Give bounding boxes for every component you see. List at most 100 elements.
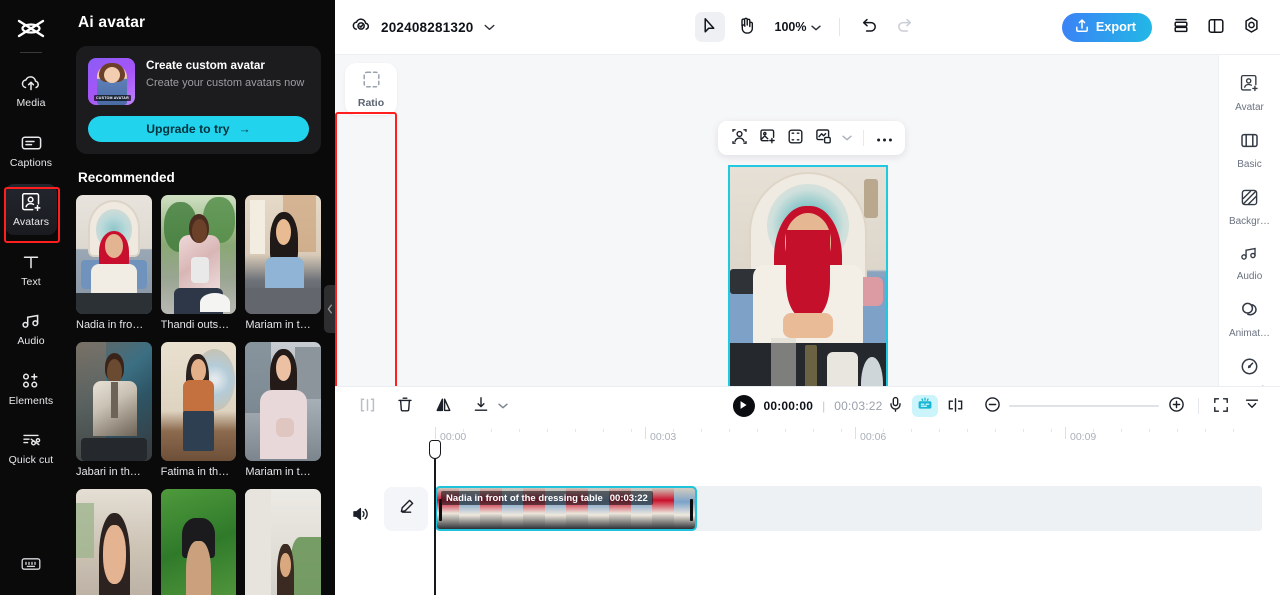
zoom-out-button[interactable] bbox=[978, 392, 1006, 420]
chevron-down-icon[interactable] bbox=[495, 403, 511, 409]
image-add-button[interactable] bbox=[754, 125, 780, 151]
avatar-card-label: Jabari in th… bbox=[76, 466, 141, 478]
playback-controls: 00:00:00 | 00:03:22 bbox=[732, 395, 882, 417]
speedometer-icon bbox=[1240, 357, 1259, 381]
ruler-label: 00:06 bbox=[860, 431, 887, 443]
fit-timeline-button[interactable] bbox=[1207, 392, 1235, 420]
tool-avatar[interactable]: Avatar bbox=[1223, 67, 1277, 118]
avatar-card[interactable]: Nadia in fro… bbox=[76, 195, 152, 331]
toolbar-divider bbox=[839, 18, 841, 36]
zoom-in-button[interactable] bbox=[1162, 392, 1190, 420]
split-clip-button[interactable] bbox=[353, 392, 381, 420]
microphone-button[interactable] bbox=[881, 392, 909, 420]
tool-label: Backgr… bbox=[1228, 216, 1271, 227]
select-arrow-button[interactable] bbox=[694, 12, 725, 42]
replace-media-button[interactable] bbox=[810, 125, 836, 151]
ruler-label: 00:09 bbox=[1070, 431, 1097, 443]
tool-speed[interactable]: Speed bbox=[1223, 350, 1277, 386]
clip-duration: 00:03:22 bbox=[609, 492, 648, 504]
sidebar-item-audio[interactable]: Audio bbox=[5, 303, 57, 354]
video-preview-frame[interactable] bbox=[728, 165, 888, 386]
sidebar-item-quick-cut[interactable]: Quick cut bbox=[5, 422, 57, 473]
avatar-card[interactable] bbox=[76, 489, 152, 595]
chevron-left-icon bbox=[327, 304, 332, 314]
redo-icon bbox=[896, 18, 914, 37]
animation-circles-icon bbox=[1240, 300, 1259, 324]
tool-animation[interactable]: Animat… bbox=[1223, 293, 1277, 344]
settings-gear-button[interactable] bbox=[1236, 12, 1266, 42]
mirror-button[interactable] bbox=[429, 392, 457, 420]
sidebar-item-captions[interactable]: Captions bbox=[5, 125, 57, 176]
canvas-tools: 100% bbox=[694, 12, 921, 42]
toolbar-divider bbox=[1198, 398, 1199, 414]
rail-divider bbox=[20, 52, 42, 53]
avatar-card-label: Fatima in th… bbox=[160, 466, 230, 478]
redo-button[interactable] bbox=[890, 12, 920, 42]
right-tool-rail: Avatar Basic Backgr… Audio Animat… bbox=[1218, 55, 1280, 386]
elements-add-icon bbox=[20, 370, 42, 392]
avatar-card[interactable]: Fatima in th… bbox=[160, 342, 237, 478]
sidebar-item-media[interactable]: Media bbox=[5, 65, 57, 116]
play-button[interactable] bbox=[732, 395, 755, 417]
top-right-actions: Export bbox=[1061, 12, 1266, 42]
collapse-timeline-button[interactable] bbox=[1238, 392, 1266, 420]
recommended-heading: Recommended bbox=[78, 170, 175, 185]
tool-label: Audio bbox=[1236, 271, 1263, 282]
export-button[interactable]: Export bbox=[1061, 12, 1152, 42]
split-marker-button[interactable] bbox=[941, 392, 969, 420]
auto-captions-button[interactable] bbox=[912, 395, 938, 417]
mirror-flip-icon bbox=[435, 397, 452, 416]
ruler-label: 00:03 bbox=[650, 431, 677, 443]
chevron-down-icon[interactable] bbox=[838, 135, 856, 141]
sidebar-item-avatars[interactable]: Avatars bbox=[5, 184, 57, 235]
panel-collapse-handle[interactable] bbox=[324, 285, 335, 333]
clip-trim-right[interactable] bbox=[690, 499, 693, 521]
project-selector[interactable]: 202408281320 bbox=[351, 16, 495, 38]
avatar-card-label: Mariam in t… bbox=[245, 466, 311, 478]
tool-basic[interactable]: Basic bbox=[1223, 124, 1277, 175]
avatar-card-label: Mariam in t… bbox=[245, 319, 311, 331]
sidebar-item-label: Captions bbox=[9, 156, 53, 169]
hand-pan-button[interactable] bbox=[731, 12, 761, 42]
avatar-card[interactable]: Jabari in th… bbox=[76, 342, 152, 478]
upgrade-to-try-button[interactable]: Upgrade to try → bbox=[88, 116, 309, 142]
layers-stack-button[interactable] bbox=[1166, 12, 1196, 42]
sidebar-item-text[interactable]: Text bbox=[5, 244, 57, 295]
download-button[interactable] bbox=[467, 392, 495, 420]
split-view-button[interactable] bbox=[1201, 12, 1231, 42]
tool-audio[interactable]: Audio bbox=[1223, 238, 1277, 287]
arrow-right-icon: → bbox=[238, 122, 251, 136]
sidebar-item-elements[interactable]: Elements bbox=[5, 363, 57, 414]
ai-avatar-panel: Ai avatar CUSTOM AVATAR Create custom av… bbox=[62, 0, 335, 595]
create-custom-avatar-card[interactable]: CUSTOM AVATAR Create custom avatar Creat… bbox=[76, 46, 321, 154]
zoom-level-selector[interactable]: 100% bbox=[767, 20, 826, 34]
timeline-zoom-slider[interactable] bbox=[1009, 395, 1159, 417]
avatar-card-label: Thandi outs… bbox=[160, 319, 230, 331]
avatar-add-icon bbox=[1240, 74, 1259, 98]
delete-trash-icon bbox=[397, 396, 413, 416]
avatar-card[interactable]: Mariam in t… bbox=[245, 195, 321, 331]
fit-frame-button[interactable] bbox=[782, 125, 808, 151]
track-mute-button[interactable] bbox=[349, 504, 373, 528]
timeline-clip[interactable]: Nadia in front of the dressing table 00:… bbox=[435, 486, 697, 531]
fit-timeline-icon bbox=[1213, 397, 1229, 416]
undo-button[interactable] bbox=[854, 12, 884, 42]
sidebar-item-label: Text bbox=[21, 275, 41, 288]
edit-clip-button[interactable] bbox=[384, 487, 428, 531]
playhead-handle[interactable] bbox=[429, 440, 441, 459]
avatar-card[interactable]: Thandi outs… bbox=[160, 195, 237, 331]
project-name: 202408281320 bbox=[381, 19, 474, 35]
ruler-label: 00:00 bbox=[440, 431, 467, 443]
avatar-card[interactable] bbox=[245, 489, 321, 595]
more-options-button[interactable] bbox=[871, 125, 897, 151]
keyboard-shortcuts-button[interactable] bbox=[0, 556, 62, 577]
avatar-card[interactable]: Mariam in t… bbox=[245, 342, 321, 478]
tool-background[interactable]: Backgr… bbox=[1223, 181, 1277, 232]
crop-dashed-icon bbox=[362, 70, 381, 92]
avatar-card[interactable] bbox=[160, 489, 237, 595]
chevron-down-icon bbox=[811, 20, 822, 34]
timeline-ruler[interactable]: 00:00 00:03 00:06 00:09 bbox=[335, 425, 1280, 451]
avatar-person-button[interactable] bbox=[726, 125, 752, 151]
delete-button[interactable] bbox=[391, 392, 419, 420]
ratio-button[interactable]: Ratio bbox=[345, 63, 397, 115]
